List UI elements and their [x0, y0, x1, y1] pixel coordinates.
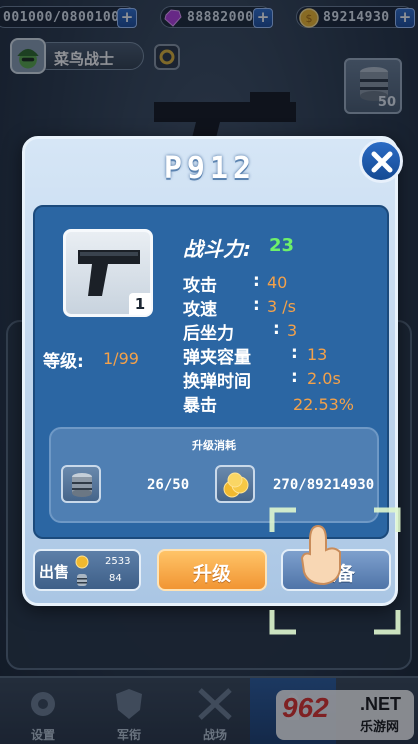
stat-reload-colon: :	[291, 367, 298, 387]
level-label: 等级:	[43, 352, 84, 372]
upgrade-button[interactable]: 升级	[157, 549, 267, 591]
stat-magazine-label: 弹夹容量	[183, 348, 251, 368]
sell-label: 出售	[39, 563, 70, 581]
coin-icon	[75, 555, 89, 569]
ammo-cost-value: 26/50	[147, 477, 190, 493]
pointing-hand-icon	[300, 524, 341, 586]
ammo-can-icon	[77, 574, 87, 586]
pistol-icon	[78, 250, 140, 296]
upgrade-cost-title: 升级消耗	[192, 439, 236, 452]
sell-button[interactable]: 出售 2533 84	[33, 549, 141, 591]
ammo-can-icon	[72, 473, 92, 497]
weapon-name: P912	[163, 151, 257, 186]
stat-attack-label: 攻击	[183, 276, 217, 296]
stat-magazine-colon: :	[291, 343, 298, 363]
level-value: 1/99	[103, 349, 139, 368]
weapon-tier: 1	[129, 293, 151, 315]
upgrade-label: 升级	[192, 563, 231, 585]
stat-attack-value: 40	[267, 273, 288, 292]
close-icon	[371, 151, 393, 173]
close-button[interactable]	[359, 139, 403, 183]
stat-recoil-value: 3	[287, 321, 298, 340]
power-value: 23	[269, 235, 295, 256]
stat-speed-value: 3 /s	[267, 297, 296, 316]
stat-recoil-label: 后坐力	[183, 324, 234, 344]
stat-crit-value: 22.53%	[293, 395, 355, 414]
stat-recoil-colon: :	[273, 319, 280, 339]
stat-magazine-value: 13	[307, 345, 328, 364]
sell-ammo-value: 84	[109, 573, 122, 584]
power-label: 战斗力:	[183, 237, 251, 261]
weapon-info-panel: 1 战斗力: 23 攻击 : 40 攻速 : 3 /s 后坐力 : 3 弹夹容量…	[33, 205, 389, 539]
stat-speed-label: 攻速	[183, 300, 217, 320]
weapon-thumbnail: 1	[63, 229, 153, 317]
stat-reload-label: 换弹时间	[183, 372, 251, 392]
coin-cost-value: 270/89214930	[273, 477, 375, 493]
stat-reload-value: 2.0s	[307, 369, 341, 388]
stat-speed-colon: :	[253, 295, 260, 315]
stat-attack-colon: :	[253, 271, 260, 291]
coin-stack-icon	[223, 472, 249, 498]
ammo-cost-icon-box	[61, 465, 101, 503]
stat-crit-label: 暴击	[183, 396, 217, 416]
coin-cost-icon-box	[215, 465, 255, 503]
sell-coin-value: 2533	[105, 556, 131, 567]
